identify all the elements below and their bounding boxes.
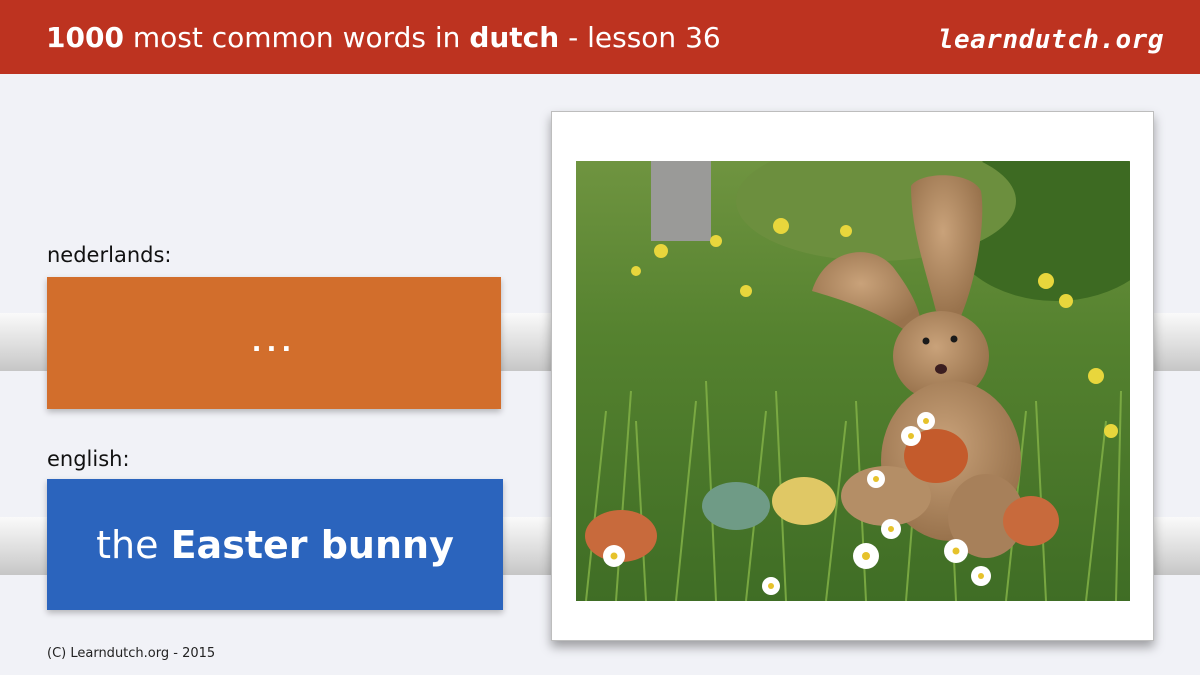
dutch-word: ... [251, 328, 297, 358]
english-label: english: [47, 447, 130, 471]
rail-mid-bottom [503, 517, 551, 575]
header-bar: 1000 most common words in dutch - lesson… [0, 0, 1200, 74]
copyright-text: (C) Learndutch.org - 2015 [47, 646, 216, 661]
lesson-title: 1000 most common words in dutch - lesson… [46, 18, 721, 58]
english-article: the [96, 522, 171, 567]
rail-right-bottom [1153, 517, 1200, 575]
rail-left-bottom [0, 517, 47, 575]
english-word-card: the Easter bunny [47, 479, 503, 610]
title-count: 1000 [46, 21, 124, 54]
dutch-label: nederlands: [47, 243, 172, 267]
dutch-word-card: ... [47, 277, 501, 409]
title-language: dutch [469, 21, 560, 54]
title-suffix: - lesson 36 [559, 21, 721, 54]
rail-right-top [1153, 313, 1200, 371]
easter-bunny-photo [576, 161, 1130, 601]
rail-mid-top [501, 313, 551, 371]
english-word: Easter bunny [170, 522, 454, 567]
rail-left-top [0, 313, 47, 371]
brand-logo-text: learndutch.org [937, 25, 1164, 55]
photo-frame [551, 111, 1154, 641]
title-middle: most common words in [123, 21, 470, 54]
